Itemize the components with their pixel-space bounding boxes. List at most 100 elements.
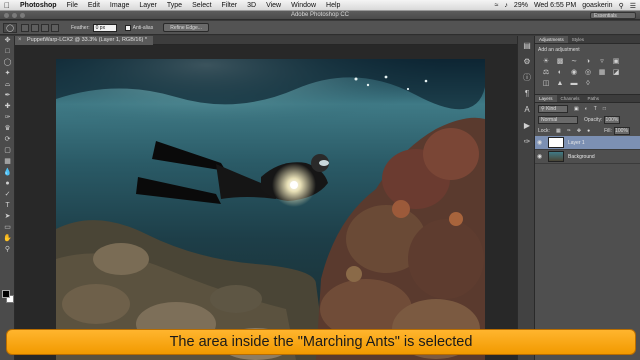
zoom-window-button[interactable]	[20, 13, 25, 18]
battery-level[interactable]: 29%	[514, 2, 528, 9]
add-selection-icon[interactable]	[31, 23, 39, 32]
gradient-map-icon[interactable]: ▬	[569, 79, 579, 88]
channel-mixer-icon[interactable]: ◎	[583, 68, 593, 77]
document-tab[interactable]: × PuppetWarp-LCX2 @ 33.3% (Layer 1, RGB/…	[15, 36, 154, 45]
properties-icon[interactable]: ⚙	[520, 56, 534, 68]
document-image[interactable]	[56, 59, 485, 360]
intersect-selection-icon[interactable]	[51, 23, 59, 32]
dodge-tool-icon[interactable]: ●	[2, 179, 13, 189]
paragraph-icon[interactable]: ¶	[520, 88, 534, 100]
antialias-checkbox[interactable]	[124, 24, 131, 31]
tab-paths[interactable]: Paths	[584, 95, 604, 102]
foreground-color-swatch[interactable]	[2, 290, 10, 298]
posterize-icon[interactable]: ◫	[541, 79, 551, 88]
gradient-tool-icon[interactable]: ▦	[2, 157, 13, 167]
menu-layer[interactable]: Layer	[139, 2, 157, 9]
workspace-switcher[interactable]: Essentials	[590, 12, 636, 19]
layer-name[interactable]: Background	[568, 154, 595, 160]
info-icon[interactable]: ⓘ	[520, 72, 534, 84]
color-lookup-icon[interactable]: ▦	[597, 68, 607, 77]
quick-select-tool-icon[interactable]: ✦	[2, 69, 13, 79]
opacity-input[interactable]: 100%	[604, 115, 621, 124]
menu-filter[interactable]: Filter	[222, 2, 238, 9]
layer-row-background[interactable]: ◉ Background	[535, 150, 640, 164]
refine-edge-button[interactable]: Refine Edge...	[163, 23, 209, 32]
tab-adjustments[interactable]: Adjustments	[535, 36, 568, 43]
history-brush-tool-icon[interactable]: ⟳	[2, 135, 13, 145]
filter-type-icon[interactable]: T	[594, 106, 597, 112]
fill-input[interactable]: 100%	[613, 126, 630, 135]
volume-icon[interactable]: ♪	[504, 2, 508, 9]
close-tab-icon[interactable]: ×	[18, 36, 22, 45]
canvas-area[interactable]	[15, 45, 517, 360]
lock-all-icon[interactable]: ●	[587, 128, 590, 134]
type-tool-icon[interactable]: T	[2, 201, 13, 211]
actions-icon[interactable]: ▶	[520, 120, 534, 132]
menu-file[interactable]: File	[67, 2, 78, 9]
blend-mode-select[interactable]: Normal	[538, 115, 578, 124]
history-icon[interactable]: ▤	[520, 40, 534, 52]
color-balance-icon[interactable]: ⚖	[541, 68, 551, 77]
blur-tool-icon[interactable]: 💧	[2, 168, 13, 178]
menu-3d[interactable]: 3D	[247, 2, 256, 9]
photo-filter-icon[interactable]: ◉	[569, 68, 579, 77]
lasso-tool-preset-icon[interactable]: ◯	[3, 22, 17, 33]
filter-kind-select[interactable]: ⚲ Kind	[538, 104, 568, 113]
invert-icon[interactable]: ◪	[611, 68, 621, 77]
filter-adjust-icon[interactable]: ◐	[585, 106, 588, 112]
hand-tool-icon[interactable]: ✋	[2, 234, 13, 244]
eraser-tool-icon[interactable]: ▢	[2, 146, 13, 156]
black-white-icon[interactable]: ◐	[555, 68, 565, 77]
clone-stamp-tool-icon[interactable]: ♛	[2, 124, 13, 134]
apple-icon[interactable]: 	[4, 1, 12, 10]
filter-pixel-icon[interactable]: ▣	[574, 106, 579, 112]
search-icon[interactable]: ⚲	[619, 2, 624, 10]
close-window-button[interactable]	[4, 13, 9, 18]
clock[interactable]: Wed 6:55 PM	[534, 2, 576, 9]
filter-shape-icon[interactable]: □	[603, 106, 606, 112]
layer-row-layer-1[interactable]: ◉ Layer 1	[535, 136, 640, 150]
layer-name[interactable]: Layer 1	[568, 140, 585, 146]
menu-type[interactable]: Type	[167, 2, 182, 9]
wifi-icon[interactable]: ≈	[495, 2, 499, 9]
feather-input[interactable]: 0 px	[92, 23, 117, 32]
curves-icon[interactable]: ∼	[569, 57, 579, 66]
exposure-icon[interactable]: ◑	[583, 57, 593, 66]
menu-edit[interactable]: Edit	[88, 2, 100, 9]
tab-layers[interactable]: Layers	[535, 95, 557, 102]
selective-color-icon[interactable]: ◊	[583, 79, 593, 88]
lasso-tool-icon[interactable]: ◯	[2, 58, 13, 68]
menu-select[interactable]: Select	[192, 2, 211, 9]
brightness-icon[interactable]: ☀	[541, 57, 551, 66]
user-name[interactable]: goaskerin	[582, 2, 612, 9]
character-icon[interactable]: A	[520, 104, 534, 116]
lock-transparency-icon[interactable]: ▦	[556, 128, 561, 134]
crop-tool-icon[interactable]: ⌓	[2, 80, 13, 90]
visibility-eye-icon[interactable]: ◉	[537, 139, 545, 146]
lock-position-icon[interactable]: ✥	[577, 128, 581, 134]
marquee-tool-icon[interactable]: □	[2, 47, 13, 57]
list-icon[interactable]: ☰	[630, 2, 636, 10]
new-selection-icon[interactable]	[21, 23, 29, 32]
tab-styles[interactable]: Styles	[568, 36, 588, 43]
menu-help[interactable]: Help	[326, 2, 340, 9]
hue-saturation-icon[interactable]: ▣	[611, 57, 621, 66]
menu-window[interactable]: Window	[291, 2, 316, 9]
brush-presets-icon[interactable]: ✑	[520, 136, 534, 148]
menu-image[interactable]: Image	[110, 2, 129, 9]
menu-view[interactable]: View	[266, 2, 281, 9]
brush-tool-icon[interactable]: ✑	[2, 113, 13, 123]
lock-paint-icon[interactable]: ✑	[567, 128, 571, 134]
threshold-icon[interactable]: ▲	[555, 79, 565, 88]
healing-tool-icon[interactable]: ✚	[2, 102, 13, 112]
shape-tool-icon[interactable]: ▭	[2, 223, 13, 233]
subtract-selection-icon[interactable]	[41, 23, 49, 32]
move-tool-icon[interactable]: ✥	[2, 36, 13, 46]
visibility-eye-icon[interactable]: ◉	[537, 153, 545, 160]
vibrance-icon[interactable]: ▿	[597, 57, 607, 66]
app-menu[interactable]: Photoshop	[20, 2, 57, 9]
eyedropper-tool-icon[interactable]: ✒	[2, 91, 13, 101]
levels-icon[interactable]: ▩	[555, 57, 565, 66]
path-select-tool-icon[interactable]: ➤	[2, 212, 13, 222]
minimize-window-button[interactable]	[12, 13, 17, 18]
